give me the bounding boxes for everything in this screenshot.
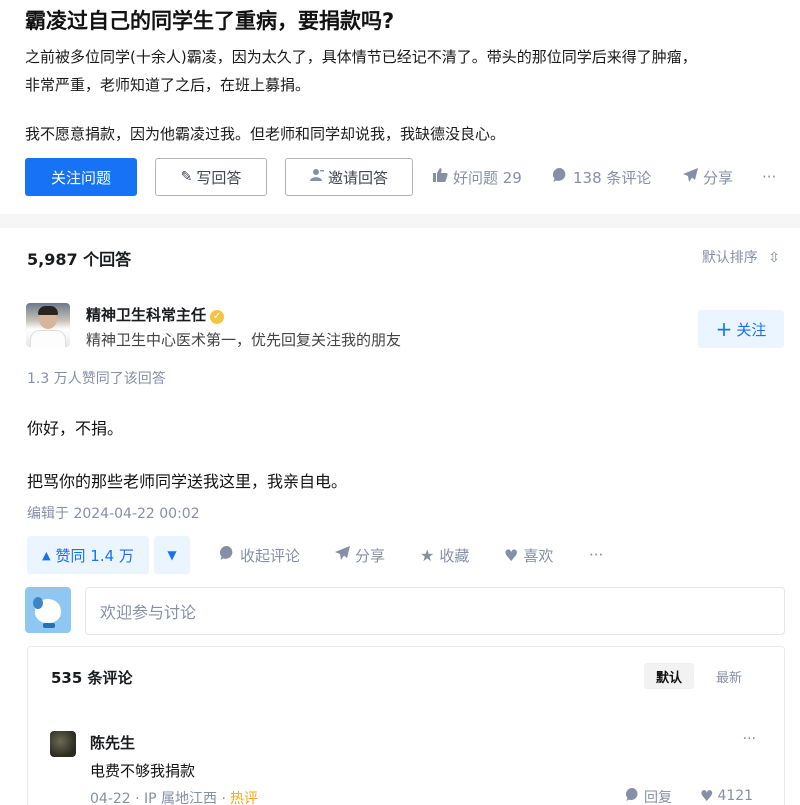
good-question-label: 好问题 29 [453, 168, 522, 187]
triangle-down-icon: ▼ [167, 548, 177, 562]
write-answer-label: 写回答 [196, 168, 242, 187]
comment-more-button[interactable]: ··· [743, 731, 756, 747]
verified-badge-icon: ✓ [210, 310, 225, 324]
comments-count: 535 条评论 [51, 669, 133, 687]
question-comments-label: 138 条评论 [573, 168, 652, 187]
answers-sort-dropdown[interactable]: 默认排序 ⇳ [702, 247, 780, 267]
question-comments-button[interactable]: 138 条评论 [553, 158, 651, 196]
comment-text: 电费不够我捐款 [90, 762, 196, 780]
answer-paragraph: 把骂你的那些老师同学送我这里，我亲自电。 [27, 472, 348, 491]
question-actions: 关注问题 ✎ 写回答 邀请回答 好问题 29 138 条评论 分享 ··· [25, 158, 800, 196]
commenter-avatar[interactable] [50, 731, 76, 757]
author-name-text: 精神卫生科常主任 [86, 306, 207, 324]
answer-share-label: 分享 [355, 546, 386, 565]
comment-meta-text: 04-22 · IP 属地江西 · [90, 791, 226, 805]
author-name[interactable]: 精神卫生科常主任 ✓ [86, 304, 225, 325]
heart-icon: ♥ [504, 545, 519, 565]
pencil-icon: ✎ [180, 169, 193, 185]
answer-share-button[interactable]: 分享 [335, 536, 385, 574]
upvote-button[interactable]: ▲ 赞同 1.4 万 [27, 536, 149, 574]
star-icon: ★ [420, 545, 435, 565]
good-question-button[interactable]: 好问题 29 [433, 158, 522, 196]
question-more-button[interactable]: ··· [762, 158, 776, 196]
answer-paragraph: 你好，不捐。 [27, 419, 124, 438]
upvote-label: 赞同 1.4 万 [55, 546, 134, 565]
share-plane-icon [335, 546, 350, 564]
collect-button[interactable]: ★ 收藏 [420, 536, 469, 574]
current-user-avatar [25, 587, 71, 633]
question-title: 霸凌过自己的同学生了重病，要捐款吗? [25, 9, 395, 33]
invite-answer-button[interactable]: 邀请回答 [285, 158, 413, 196]
comment-input[interactable]: 欢迎参与讨论 [85, 587, 785, 635]
follow-author-button[interactable]: + 关注 [698, 310, 784, 348]
sort-updown-icon: ⇳ [768, 250, 780, 266]
downvote-button[interactable]: ▼ [154, 536, 190, 574]
comment-like-button[interactable]: ♥ 4121 [700, 787, 753, 805]
collapse-comments-button[interactable]: 收起评论 [220, 536, 300, 574]
like-label: 喜欢 [523, 546, 554, 565]
hot-comment-tag: 热评 [229, 791, 258, 805]
answer-actions: ▲ 赞同 1.4 万 ▼ 收起评论 分享 ★ 收藏 ♥ 喜欢 ··· [27, 536, 787, 574]
thumbs-up-icon [433, 168, 448, 186]
like-button[interactable]: ♥ 喜欢 [504, 536, 553, 574]
triangle-up-icon: ▲ [42, 548, 51, 562]
follow-question-label: 关注问题 [50, 168, 111, 187]
collect-label: 收藏 [439, 546, 470, 565]
answers-count: 5,987 个回答 [27, 250, 132, 269]
comment-reply-button[interactable]: 回复 [626, 787, 672, 805]
invite-answer-label: 邀请回答 [327, 168, 388, 187]
author-avatar[interactable] [26, 303, 70, 347]
comments-panel: 535 条评论 默认 最新 陈先生 ··· 电费不够我捐款 04-22 · IP… [27, 646, 785, 805]
plus-icon: + [715, 317, 733, 341]
comment-reply-label: 回复 [644, 790, 672, 805]
share-plane-icon [683, 168, 698, 186]
follow-question-button[interactable]: 关注问题 [25, 158, 137, 196]
author-description: 精神卫生中心医术第一，优先回复关注我的朋友 [86, 331, 402, 349]
comment-input-row: 欢迎参与讨论 [25, 587, 785, 635]
comments-sort-latest-tab[interactable]: 最新 [704, 663, 754, 689]
comments-sort-default-tab[interactable]: 默认 [644, 663, 695, 689]
question-body-line: 之前被多位同学(十余人)霸凌，因为太久了，具体情节已经记不清了。带头的那位同学后… [25, 48, 697, 66]
question-share-button[interactable]: 分享 [683, 158, 733, 196]
comment-like-count: 4121 [717, 788, 754, 804]
answer-more-button[interactable]: ··· [589, 536, 603, 574]
question-body-line: 我不愿意捐款，因为他霸凌过我。但老师和同学却说我，我缺德没良心。 [25, 125, 506, 143]
answers-card: 5,987 个回答 默认排序 ⇳ 精神卫生科常主任 ✓ 精神卫生中心医术第一，优先… [0, 228, 800, 805]
comment-input-placeholder: 欢迎参与讨论 [100, 603, 197, 622]
question-card: 霸凌过自己的同学生了重病，要捐款吗? 之前被多位同学(十余人)霸凌，因为太久了，… [0, 0, 800, 214]
more-dots-icon: ··· [762, 168, 777, 186]
collapse-comments-label: 收起评论 [240, 546, 301, 565]
question-body-line: 非常严重，老师知道了之后，在班上募捐。 [25, 76, 311, 94]
comment-bubble-icon [626, 787, 640, 805]
answers-sort-label: 默认排序 [701, 250, 758, 266]
invite-user-icon [309, 168, 324, 186]
follow-author-label: 关注 [736, 320, 767, 339]
comment-bubble-icon [553, 167, 568, 187]
more-dots-icon: ··· [589, 546, 604, 564]
commenter-name[interactable]: 陈先生 [90, 732, 135, 753]
upvote-summary: 1.3 万人赞同了该回答 [27, 371, 166, 387]
heart-icon: ♥ [700, 787, 714, 805]
question-share-label: 分享 [703, 168, 734, 187]
comment-meta: 04-22 · IP 属地江西 · 热评 [90, 788, 258, 805]
write-answer-button[interactable]: ✎ 写回答 [155, 158, 267, 196]
edited-timestamp: 编辑于 2024-04-22 00:02 [27, 506, 200, 522]
comment-bubble-icon [220, 545, 235, 565]
